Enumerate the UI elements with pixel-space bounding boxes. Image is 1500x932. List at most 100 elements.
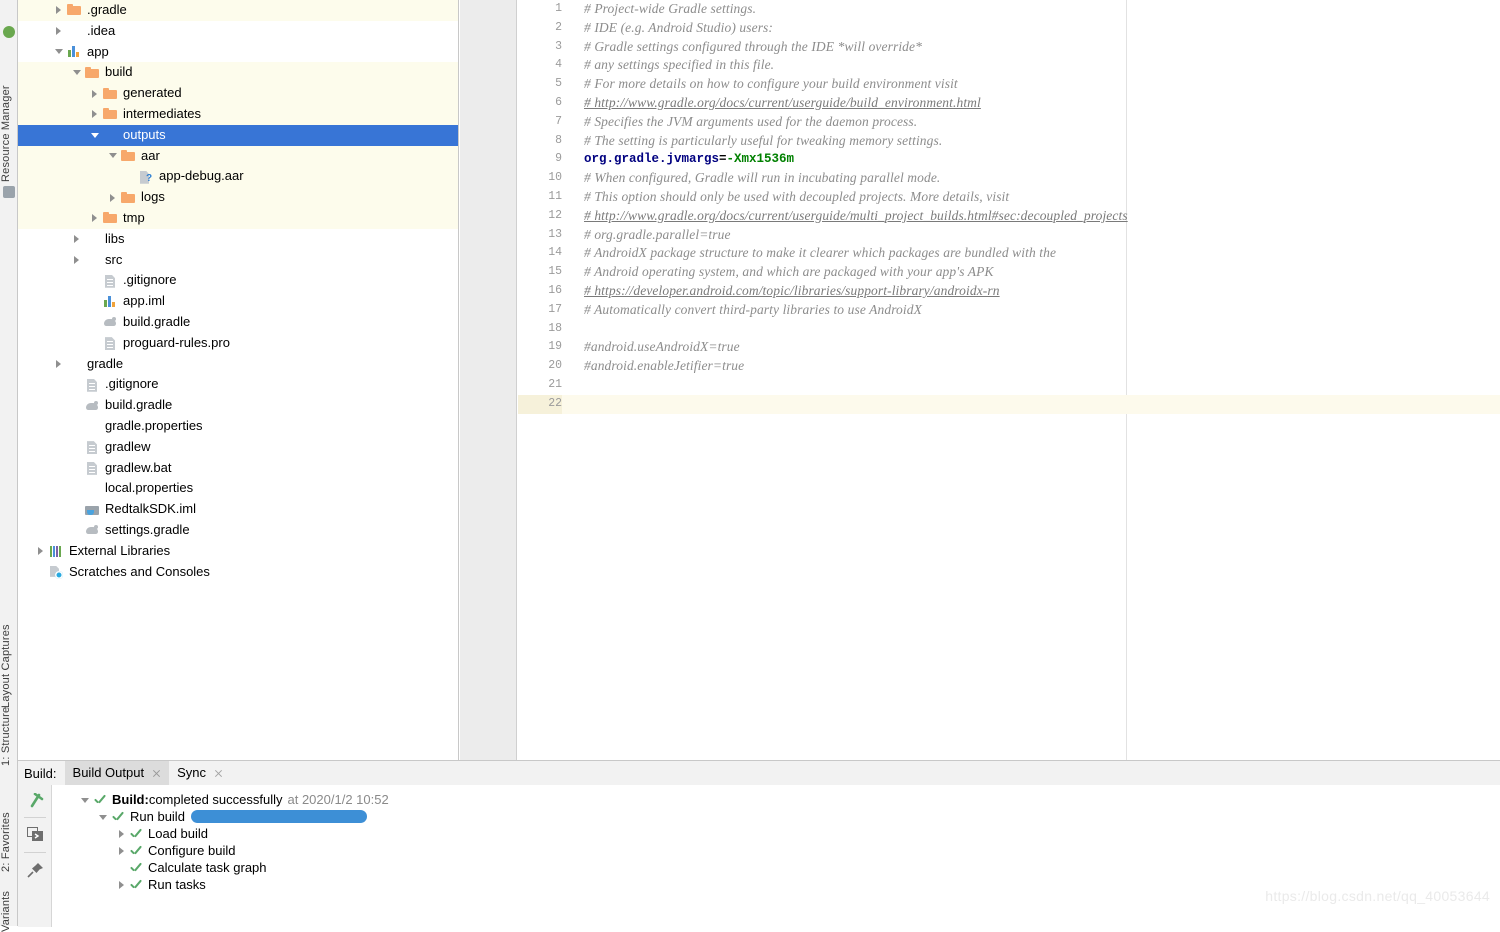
editor-line-17[interactable]: 17# Automatically convert third-party li… bbox=[518, 301, 1500, 320]
tree-row-local-properties[interactable]: local.properties bbox=[18, 478, 458, 499]
chevron-down-icon[interactable] bbox=[98, 811, 110, 823]
editor-line-16[interactable]: 16# https://developer.android.com/topic/… bbox=[518, 282, 1500, 301]
editor-line-9[interactable]: 9org.gradle.jvmargs=-Xmx1536m bbox=[518, 150, 1500, 169]
tree-row-gradlew[interactable]: gradlew bbox=[18, 437, 458, 458]
tree-row-logs[interactable]: logs bbox=[18, 187, 458, 208]
editor-line-20[interactable]: 20#android.enableJetifier=true bbox=[518, 357, 1500, 376]
build-row[interactable]: Build: completed successfullyat 2020/1/2… bbox=[52, 791, 1500, 808]
chevron-down-icon[interactable] bbox=[80, 794, 92, 806]
chevron-right-icon[interactable] bbox=[90, 213, 101, 224]
tab-build-output[interactable]: Build Output bbox=[65, 761, 170, 785]
tree-row-app[interactable]: app bbox=[18, 42, 458, 63]
tree-row-gradle[interactable]: gradle bbox=[18, 354, 458, 375]
tree-row-tmp[interactable]: tmp bbox=[18, 208, 458, 229]
close-icon[interactable] bbox=[214, 769, 223, 778]
chevron-right-icon[interactable] bbox=[116, 828, 128, 840]
chevron-down-icon[interactable] bbox=[108, 150, 119, 161]
chevron-right-icon[interactable] bbox=[116, 879, 128, 891]
chevron-right-icon[interactable] bbox=[72, 254, 83, 265]
editor-line-2[interactable]: 2# IDE (e.g. Android Studio) users: bbox=[518, 19, 1500, 38]
tree-row-build[interactable]: build bbox=[18, 62, 458, 83]
pin-tab-button[interactable] bbox=[18, 855, 52, 885]
chevron-right-icon[interactable] bbox=[54, 26, 65, 37]
build-row[interactable]: Calculate task graph bbox=[52, 859, 1500, 876]
tree-row-scratches-and-consoles[interactable]: Scratches and Consoles bbox=[18, 562, 458, 583]
editor-line-19[interactable]: 19#android.useAndroidX=true bbox=[518, 338, 1500, 357]
editor-line-18[interactable]: 18 bbox=[518, 320, 1500, 339]
sidebar-item-structure[interactable]: 1: Structure bbox=[0, 688, 18, 766]
sidebar-item-variants[interactable]: Variants bbox=[0, 892, 18, 932]
build-row[interactable]: Run build bbox=[52, 808, 1500, 825]
chevron-down-icon[interactable] bbox=[72, 67, 83, 78]
tree-row-generated[interactable]: generated bbox=[18, 83, 458, 104]
chevron-right-icon[interactable] bbox=[54, 5, 65, 16]
chevron-right-icon[interactable] bbox=[108, 192, 119, 203]
tree-row-proguard-rules-pro[interactable]: proguard-rules.pro bbox=[18, 333, 458, 354]
chevron-right-icon[interactable] bbox=[90, 109, 101, 120]
folder-icon bbox=[66, 23, 82, 39]
chevron-right-icon[interactable] bbox=[36, 546, 47, 557]
build-row[interactable]: Configure build bbox=[52, 842, 1500, 859]
tree-row-src[interactable]: src bbox=[18, 250, 458, 271]
editor-line-3[interactable]: 3# Gradle settings configured through th… bbox=[518, 38, 1500, 57]
editor-line-10[interactable]: 10# When configured, Gradle will run in … bbox=[518, 169, 1500, 188]
editor-line-1[interactable]: 1# Project-wide Gradle settings. bbox=[518, 0, 1500, 19]
project-tree-panel[interactable]: .gradle.ideaappbuildgeneratedintermediat… bbox=[18, 0, 459, 760]
chevron-right-icon[interactable] bbox=[116, 845, 128, 857]
tree-row-label: .idea bbox=[86, 21, 115, 42]
tree-row--idea[interactable]: .idea bbox=[18, 21, 458, 42]
editor-line-5[interactable]: 5# For more details on how to configure … bbox=[518, 75, 1500, 94]
extlib-icon bbox=[48, 543, 64, 559]
tree-row-outputs[interactable]: outputs bbox=[18, 125, 458, 146]
build-output-tree[interactable]: Build: completed successfullyat 2020/1/2… bbox=[52, 785, 1500, 926]
chevron-down-icon[interactable] bbox=[54, 46, 65, 57]
tree-row-external-libraries[interactable]: External Libraries bbox=[18, 541, 458, 562]
tree-row--gradle[interactable]: .gradle bbox=[18, 0, 458, 21]
tree-row-intermediates[interactable]: intermediates bbox=[18, 104, 458, 125]
editor-line-11[interactable]: 11# This option should only be used with… bbox=[518, 188, 1500, 207]
editor-code-area[interactable]: 1# Project-wide Gradle settings.2# IDE (… bbox=[518, 0, 1500, 760]
close-icon[interactable] bbox=[152, 769, 161, 778]
build-row[interactable]: Load build bbox=[52, 825, 1500, 842]
tree-row-app-iml[interactable]: app.iml bbox=[18, 291, 458, 312]
gradle-icon bbox=[102, 314, 118, 330]
tab-sync[interactable]: Sync bbox=[169, 761, 231, 785]
line-number: 16 bbox=[518, 282, 562, 301]
editor-line-21[interactable]: 21 bbox=[518, 376, 1500, 395]
tree-row-redtalksdk-iml[interactable]: RedtalkSDK.iml bbox=[18, 499, 458, 520]
sidebar-item-favorites[interactable]: 2: Favorites bbox=[0, 788, 18, 872]
editor-line-6[interactable]: 6# http://www.gradle.org/docs/current/us… bbox=[518, 94, 1500, 113]
editor-line-12[interactable]: 12# http://www.gradle.org/docs/current/u… bbox=[518, 207, 1500, 226]
tree-row-gradlew-bat[interactable]: gradlew.bat bbox=[18, 458, 458, 479]
editor-line-15[interactable]: 15# Android operating system, and which … bbox=[518, 263, 1500, 282]
rebuild-hammer-button[interactable] bbox=[18, 785, 52, 815]
tree-row-app-debug-aar[interactable]: app-debug.aar bbox=[18, 166, 458, 187]
tab-sync-label: Sync bbox=[177, 761, 206, 785]
tree-row--gitignore[interactable]: .gitignore bbox=[18, 270, 458, 291]
tree-row--gitignore[interactable]: .gitignore bbox=[18, 374, 458, 395]
left-tool-window-strip: Resource Manager Layout Captures 1: Stru… bbox=[0, 0, 18, 926]
tree-row-gradle-properties[interactable]: gradle.properties bbox=[18, 416, 458, 437]
tree-row-libs[interactable]: libs bbox=[18, 229, 458, 250]
chevron-right-icon[interactable] bbox=[54, 358, 65, 369]
tree-row-build-gradle[interactable]: build.gradle bbox=[18, 395, 458, 416]
tree-row-build-gradle[interactable]: build.gradle bbox=[18, 312, 458, 333]
chevron-down-icon[interactable] bbox=[90, 130, 101, 141]
editor-gutter[interactable] bbox=[460, 0, 517, 760]
editor-line-4[interactable]: 4# any settings specified in this file. bbox=[518, 56, 1500, 75]
code-editor[interactable]: 1# Project-wide Gradle settings.2# IDE (… bbox=[460, 0, 1500, 760]
folder-icon bbox=[66, 356, 82, 372]
chevron-right-icon[interactable] bbox=[72, 234, 83, 245]
sidebar-item-resource-manager[interactable]: Resource Manager bbox=[0, 62, 18, 182]
editor-line-22[interactable]: 22 bbox=[518, 395, 1500, 414]
property-equals: = bbox=[719, 152, 727, 166]
editor-line-13[interactable]: 13# org.gradle.parallel=true bbox=[518, 226, 1500, 245]
properties-icon bbox=[84, 481, 100, 497]
chevron-right-icon[interactable] bbox=[90, 88, 101, 99]
tree-row-settings-gradle[interactable]: settings.gradle bbox=[18, 520, 458, 541]
toggle-console-button[interactable] bbox=[18, 820, 52, 850]
editor-line-8[interactable]: 8# The setting is particularly useful fo… bbox=[518, 132, 1500, 151]
editor-line-14[interactable]: 14# AndroidX package structure to make i… bbox=[518, 244, 1500, 263]
tree-row-aar[interactable]: aar bbox=[18, 146, 458, 167]
editor-line-7[interactable]: 7# Specifies the JVM arguments used for … bbox=[518, 113, 1500, 132]
